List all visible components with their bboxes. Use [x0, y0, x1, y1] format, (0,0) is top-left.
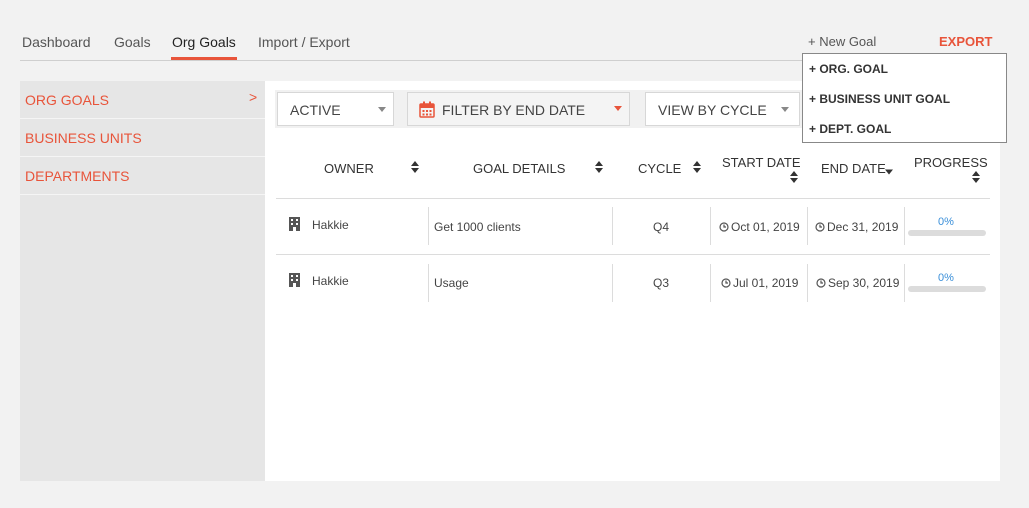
column-header-cycle[interactable]: CYCLE: [638, 161, 681, 176]
progress-percent: 0%: [938, 216, 954, 228]
progress-bar: [908, 286, 986, 292]
sort-icon[interactable]: [972, 171, 980, 183]
column-divider: [428, 264, 429, 302]
column-divider: [710, 207, 711, 245]
column-divider: [612, 264, 613, 302]
column-header-goal-details[interactable]: GOAL DETAILS: [473, 161, 565, 176]
owner-cell: Hakkie: [312, 274, 349, 288]
filter-by-end-date-select[interactable]: FILTER BY END DATE: [407, 92, 630, 126]
sidebar: ORG GOALS > BUSINESS UNITS DEPARTMENTS: [20, 81, 265, 481]
end-date-cell: Sep 30, 2019: [828, 276, 900, 290]
sidebar-item-business-units[interactable]: BUSINESS UNITS: [20, 119, 265, 157]
building-icon: [289, 273, 300, 287]
sort-icon[interactable]: [411, 161, 419, 173]
progress-bar: [908, 230, 986, 236]
table-header-divider: [276, 198, 990, 199]
row-divider: [276, 254, 990, 255]
column-divider: [428, 207, 429, 245]
view-select-value: VIEW BY CYCLE: [658, 102, 767, 118]
new-goal-button[interactable]: + New Goal: [808, 34, 876, 49]
sidebar-item-label: ORG GOALS: [25, 92, 110, 108]
clock-icon: [719, 222, 729, 232]
new-goal-dropdown: + ORG. GOAL + BUSINESS UNIT GOAL + DEPT.…: [802, 53, 1007, 143]
top-nav: Dashboard Goals Org Goals Import / Expor…: [20, 0, 1007, 61]
cycle-cell: Q3: [653, 276, 670, 290]
date-filter-value: FILTER BY END DATE: [442, 102, 586, 118]
column-divider: [710, 264, 711, 302]
column-divider: [807, 264, 808, 302]
tab-import-export[interactable]: Import / Export: [258, 34, 350, 50]
clock-icon: [815, 222, 825, 232]
sort-descending-icon[interactable]: [885, 166, 893, 178]
clock-icon: [721, 278, 731, 288]
export-button[interactable]: EXPORT: [939, 34, 992, 49]
column-divider: [904, 207, 905, 245]
column-header-start-date[interactable]: START DATE: [722, 155, 801, 170]
status-select-value: ACTIVE: [290, 102, 341, 118]
active-tab-indicator: [171, 57, 237, 60]
chevron-right-icon: >: [249, 89, 258, 105]
column-divider: [807, 207, 808, 245]
sidebar-item-org-goals[interactable]: ORG GOALS >: [20, 81, 265, 119]
menu-item-org-goal[interactable]: + ORG. GOAL: [809, 62, 888, 76]
column-header-owner[interactable]: OWNER: [324, 161, 374, 176]
tab-org-goals[interactable]: Org Goals: [172, 34, 236, 50]
menu-item-dept-goal[interactable]: + DEPT. GOAL: [809, 122, 891, 136]
goal-details-cell[interactable]: Usage: [434, 276, 469, 290]
sort-icon[interactable]: [595, 161, 603, 173]
start-date-cell: Oct 01, 2019: [731, 220, 800, 234]
column-divider: [612, 207, 613, 245]
menu-item-business-unit-goal[interactable]: + BUSINESS UNIT GOAL: [809, 92, 950, 106]
progress-percent: 0%: [938, 272, 954, 284]
start-date-cell: Jul 01, 2019: [733, 276, 799, 290]
building-icon: [289, 217, 300, 231]
status-select[interactable]: ACTIVE: [277, 92, 394, 126]
sidebar-item-label: DEPARTMENTS: [25, 168, 130, 184]
sort-icon[interactable]: [693, 161, 701, 173]
sidebar-item-label: BUSINESS UNITS: [25, 130, 142, 146]
clock-icon: [816, 278, 826, 288]
sidebar-item-departments[interactable]: DEPARTMENTS: [20, 157, 265, 195]
end-date-cell: Dec 31, 2019: [827, 220, 899, 234]
sort-icon[interactable]: [790, 171, 798, 183]
cycle-cell: Q4: [653, 220, 670, 234]
tab-dashboard[interactable]: Dashboard: [22, 34, 91, 50]
goal-details-cell[interactable]: Get 1000 clients: [434, 220, 521, 234]
owner-cell: Hakkie: [312, 218, 349, 232]
caret-down-icon: [781, 107, 789, 112]
caret-down-icon: [378, 107, 386, 112]
column-header-progress[interactable]: PROGRESS: [914, 155, 988, 170]
tab-goals[interactable]: Goals: [114, 34, 151, 50]
column-divider: [904, 264, 905, 302]
view-by-cycle-select[interactable]: VIEW BY CYCLE: [645, 92, 800, 126]
column-header-end-date[interactable]: END DATE: [821, 161, 886, 176]
caret-down-icon: [614, 106, 622, 111]
calendar-icon: [419, 101, 435, 118]
